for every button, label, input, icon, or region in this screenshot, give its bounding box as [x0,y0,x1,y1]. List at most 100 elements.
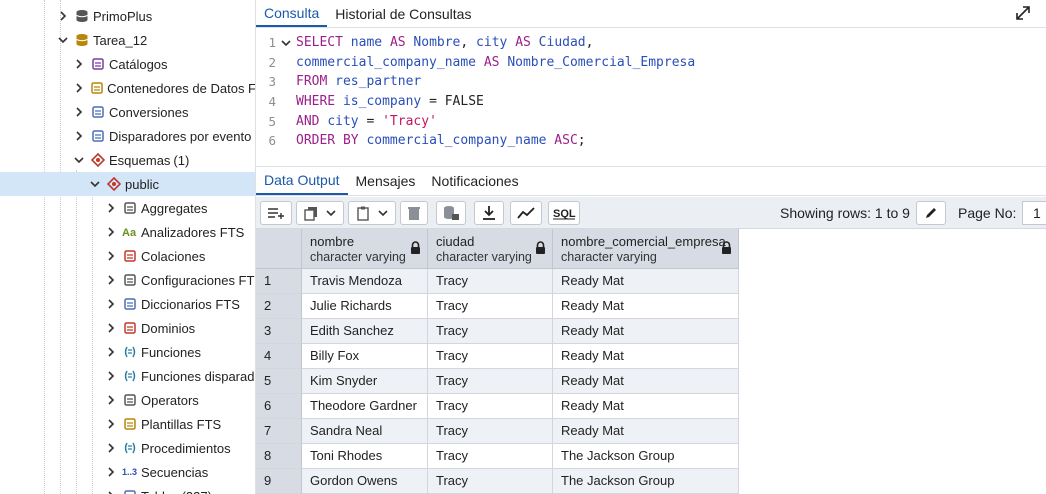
chevron-right-icon[interactable] [104,393,118,407]
delete-button[interactable] [400,201,428,225]
tab-consulta[interactable]: Consulta [256,0,328,27]
table-cell[interactable]: Tracy [428,319,553,344]
table-cell[interactable]: Ready Mat [553,394,739,419]
row-number[interactable]: 4 [256,344,302,369]
graph-visualiser-button[interactable] [510,201,542,225]
chevron-right-icon[interactable] [104,273,118,287]
chevron-right-icon[interactable] [104,225,118,239]
chevron-right-icon[interactable] [104,441,118,455]
table-row[interactable]: 7 Sandra Neal Tracy Ready Mat [256,419,739,444]
sidebar-item-secuencias[interactable]: 1..3 Secuencias [0,460,255,484]
table-row[interactable]: 2 Julie Richards Tracy Ready Mat [256,294,739,319]
chevron-down-icon[interactable] [56,33,70,47]
table-cell[interactable]: Ready Mat [553,419,739,444]
code-line[interactable]: 5 AND city = 'Tracy' [256,111,1046,131]
chevron-right-icon[interactable] [56,9,70,23]
sidebar-item-cat-logos[interactable]: Catálogos [0,52,255,76]
grid-corner-header[interactable] [256,229,302,269]
table-cell[interactable]: Ready Mat [553,319,739,344]
code-line[interactable]: 3 FROM res_partner [256,72,1046,92]
sidebar-item-operators[interactable]: Operators [0,388,255,412]
column-header-ciudad[interactable]: ciudad character varying [428,229,553,269]
sidebar-item-primoplus[interactable]: PrimoPlus [0,4,255,28]
sidebar-item-configuraciones-ft[interactable]: Configuraciones FT [0,268,255,292]
chevron-right-icon[interactable] [104,465,118,479]
sidebar-item-tablas[interactable]: Tablas(337) [0,484,255,494]
table-cell[interactable]: Ready Mat [553,294,739,319]
column-header-nombre[interactable]: nombre character varying [302,229,428,269]
chevron-right-icon[interactable] [72,81,85,95]
table-row[interactable]: 1 Travis Mendoza Tracy Ready Mat [256,269,739,294]
table-cell[interactable]: The Jackson Group [553,469,739,494]
table-cell[interactable]: Tracy [428,294,553,319]
table-cell[interactable]: Travis Mendoza [302,269,428,294]
table-cell[interactable]: Billy Fox [302,344,428,369]
chevron-right-icon[interactable] [104,489,118,494]
table-row[interactable]: 3 Edith Sanchez Tracy Ready Mat [256,319,739,344]
chevron-right-icon[interactable] [72,105,86,119]
chevron-right-icon[interactable] [72,57,86,71]
sidebar-item-plantillas-fts[interactable]: Plantillas FTS [0,412,255,436]
add-row-button[interactable] [260,201,292,225]
tab-mensajes[interactable]: Mensajes [348,167,424,195]
code-line[interactable]: 2 commercial_company_name AS Nombre_Comer… [256,53,1046,73]
sidebar-item-dominios[interactable]: Dominios [0,316,255,340]
column-header-nombre-comercial-empresa[interactable]: nombre_comercial_empresa character varyin… [553,229,739,269]
table-row[interactable]: 5 Kim Snyder Tracy Ready Mat [256,369,739,394]
table-row[interactable]: 8 Toni Rhodes Tracy The Jackson Group [256,444,739,469]
sidebar-item-funciones-disparad[interactable]: Funciones disparad [0,364,255,388]
sidebar-item-analizadores-fts[interactable]: Aa Analizadores FTS [0,220,255,244]
table-cell[interactable]: Ready Mat [553,344,739,369]
sidebar-item-esquemas[interactable]: Esquemas (1) [0,148,255,172]
table-cell[interactable]: Julie Richards [302,294,428,319]
table-cell[interactable]: Tracy [428,344,553,369]
sql-button[interactable]: SQL [548,201,580,225]
table-cell[interactable]: Tracy [428,469,553,494]
chevron-down-icon[interactable] [88,177,102,191]
row-number[interactable]: 2 [256,294,302,319]
chevron-right-icon[interactable] [104,321,118,335]
row-number[interactable]: 5 [256,369,302,394]
sidebar-item-contenedores-de-datos-f[interactable]: Contenedores de Datos F [0,76,255,100]
table-cell[interactable]: Edith Sanchez [302,319,428,344]
sidebar-item-aggregates[interactable]: Aggregates [0,196,255,220]
table-row[interactable]: 6 Theodore Gardner Tracy Ready Mat [256,394,739,419]
chevron-right-icon[interactable] [72,129,86,143]
copy-button[interactable] [296,201,344,225]
table-cell[interactable]: Sandra Neal [302,419,428,444]
sidebar-item-colaciones[interactable]: Colaciones [0,244,255,268]
table-cell[interactable]: Kim Snyder [302,369,428,394]
table-row[interactable]: 9 Gordon Owens Tracy The Jackson Group [256,469,739,494]
tab-data-output[interactable]: Data Output [256,167,348,195]
table-cell[interactable]: Tracy [428,269,553,294]
tab-notificaciones[interactable]: Notificaciones [423,167,526,195]
table-cell[interactable]: The Jackson Group [553,444,739,469]
fold-chevron-icon[interactable] [276,38,296,48]
row-number[interactable]: 8 [256,444,302,469]
row-number[interactable]: 7 [256,419,302,444]
chevron-right-icon[interactable] [104,297,118,311]
edit-page-button[interactable] [916,201,946,225]
sidebar-item-tarea-12[interactable]: Tarea_12 [0,28,255,52]
sidebar-item-procedimientos[interactable]: Procedimientos [0,436,255,460]
row-number[interactable]: 3 [256,319,302,344]
expand-icon[interactable] [1014,4,1032,22]
table-cell[interactable]: Theodore Gardner [302,394,428,419]
row-number[interactable]: 6 [256,394,302,419]
sidebar-item-diccionarios-fts[interactable]: Diccionarios FTS [0,292,255,316]
chevron-right-icon[interactable] [104,249,118,263]
code-line[interactable]: 1 SELECT name AS Nombre, city AS Ciudad, [256,33,1046,53]
chevron-right-icon[interactable] [104,369,118,383]
paste-button[interactable] [348,201,396,225]
tab-historial-consultas[interactable]: Historial de Consultas [327,0,479,27]
code-line[interactable]: 4 WHERE is_company = FALSE [256,92,1046,112]
sidebar-item-conversiones[interactable]: Conversiones [0,100,255,124]
table-cell[interactable]: Toni Rhodes [302,444,428,469]
code-line[interactable]: 6 ORDER BY commercial_company_name ASC; [256,131,1046,151]
table-cell[interactable]: Tracy [428,369,553,394]
sql-editor[interactable]: 1 SELECT name AS Nombre, city AS Ciudad, 2… [256,30,1046,164]
table-cell[interactable]: Tracy [428,394,553,419]
row-number[interactable]: 9 [256,469,302,494]
page-number-input[interactable]: 1 [1022,201,1046,225]
table-cell[interactable]: Tracy [428,444,553,469]
